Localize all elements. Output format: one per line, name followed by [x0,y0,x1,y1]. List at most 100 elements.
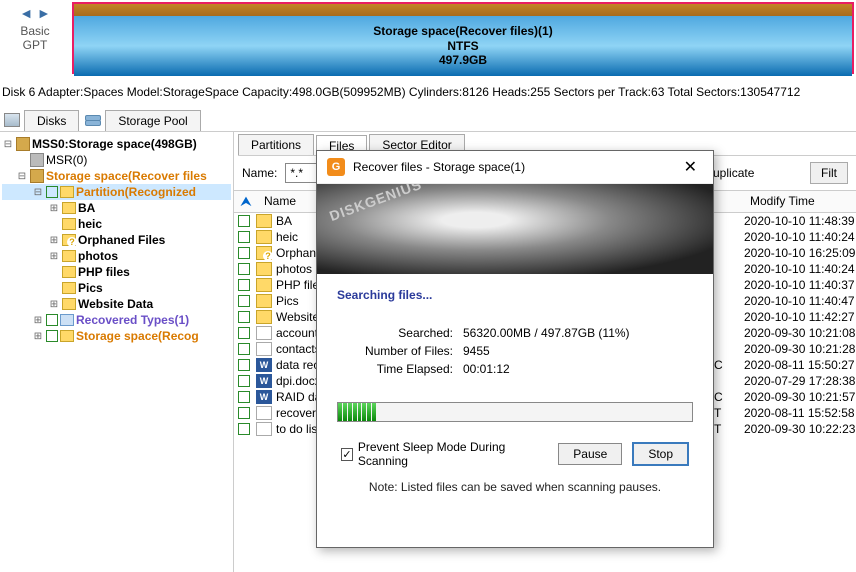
checkbox-icon[interactable] [238,423,250,435]
tab-partitions[interactable]: Partitions [238,134,314,155]
app-icon: G [327,158,345,176]
tree-recovered-types[interactable]: ⊞Recovered Types(1) [2,312,231,328]
disks-icon [4,113,20,127]
folder-icon [62,266,76,278]
document-icon [256,406,272,420]
tree-storage-recognized[interactable]: ⊞Storage space(Recog [2,328,231,344]
file-modify-time: 2020-10-10 11:40:24 [744,262,856,276]
partition-size: 497.9GB [439,53,487,67]
tree-folder-website[interactable]: ⊞Website Data [2,296,231,312]
file-modify-time: 2020-10-10 11:40:24 [744,230,856,244]
pause-button[interactable]: Pause [558,443,622,465]
dialog-note: Note: Listed files can be saved when sca… [337,480,693,494]
checkbox-icon[interactable] [238,375,250,387]
searched-label: Searched: [337,326,453,340]
document-icon [256,342,272,356]
recover-progress-dialog: G Recover files - Storage space(1) ✕ DIS… [316,150,714,548]
file-ext: C [714,358,744,372]
checkbox-icon[interactable] [46,314,58,326]
file-modify-time: 2020-10-10 11:40:37 [744,278,856,292]
up-folder-icon[interactable]: ⮝ [234,194,258,209]
searching-status: Searching files... [337,288,693,302]
checkbox-icon[interactable] [238,279,250,291]
file-modify-time: 2020-10-10 11:40:47 [744,294,856,308]
document-icon [256,326,272,340]
tab-disks[interactable]: Disks [24,110,79,131]
storage-pool-icon [85,113,101,127]
folder-icon [60,186,74,198]
partition-type-label: Basic GPT [0,24,70,53]
partition-title: Storage space(Recover files)(1) [373,24,552,38]
checkbox-icon[interactable] [238,247,250,259]
tree-partition-recognized[interactable]: ⊟Partition(Recognized [2,184,231,200]
folder-icon [256,262,272,276]
checkbox-icon[interactable] [238,295,250,307]
folder-icon [256,214,272,228]
checkbox-icon[interactable] [238,407,250,419]
file-ext: T [714,422,744,436]
checkbox-icon[interactable] [238,359,250,371]
file-modify-time: 2020-09-30 10:21:08 [744,326,856,340]
left-tabs: Disks Storage Pool [0,108,856,132]
checkbox-icon[interactable] [238,343,250,355]
file-modify-time: 2020-09-30 10:22:23 [744,422,856,436]
folder-icon [62,282,76,294]
tree-msr[interactable]: MSR(0) [2,152,231,168]
close-icon[interactable]: ✕ [678,157,703,177]
file-modify-time: 2020-07-29 17:28:38 [744,374,856,388]
progress-bar [337,402,693,422]
folder-icon [62,250,76,262]
tree-folder-pics[interactable]: Pics [2,280,231,296]
checkbox-icon[interactable] [46,330,58,342]
folder-icon [256,310,272,324]
tree-folder-heic[interactable]: heic [2,216,231,232]
document-icon [256,422,272,436]
checkbox-icon[interactable] [46,186,58,198]
checkbox-icon[interactable] [238,391,250,403]
brand-text: DISKGENIUS [327,184,424,224]
folder-icon [62,202,76,214]
column-modify-time[interactable]: Modify Time [744,194,856,209]
checkbox-icon[interactable] [238,231,250,243]
word-doc-icon: W [256,390,272,404]
prevent-sleep-checkbox[interactable]: ✓ Prevent Sleep Mode During Scanning [341,440,538,468]
filter-name-label: Name: [242,166,277,180]
filter-button[interactable]: Filt [810,162,848,184]
filter-name-input[interactable] [285,163,319,183]
partition-map[interactable]: Storage space(Recover files)(1) NTFS 497… [72,2,854,74]
tree-folder-orphaned[interactable]: ⊞Orphaned Files [2,232,231,248]
numfiles-value: 9455 [463,344,490,358]
partition-icon [30,153,44,167]
tree-panel: ⊟MSS0:Storage space(498GB) MSR(0) ⊟Stora… [0,132,234,572]
folder-icon [256,230,272,244]
file-modify-time: 2020-10-10 11:48:39 [744,214,856,228]
file-modify-time: 2020-08-11 15:50:27 [744,358,856,372]
file-modify-time: 2020-09-30 10:21:57 [744,390,856,404]
checkbox-icon[interactable] [238,263,250,275]
tree-folder-photos[interactable]: ⊞photos [2,248,231,264]
checkbox-icon[interactable] [238,215,250,227]
tree-root[interactable]: ⊟MSS0:Storage space(498GB) [2,136,231,152]
folder-icon [62,298,76,310]
file-modify-time: 2020-09-30 10:21:28 [744,342,856,356]
elapsed-label: Time Elapsed: [337,362,453,376]
disk-info-line: Disk 6 Adapter:Spaces Model:StorageSpace… [0,80,856,104]
tree-storage-space[interactable]: ⊟Storage space(Recover files [2,168,231,184]
dialog-title: Recover files - Storage space(1) [353,160,678,174]
searched-value: 56320.00MB / 497.87GB (11%) [463,326,630,340]
folder-unknown-icon [62,234,76,246]
folder-icon [60,330,74,342]
checkbox-icon: ✓ [341,448,353,461]
file-modify-time: 2020-10-10 11:42:27 [744,310,856,324]
drive-icon [30,169,44,183]
nav-arrows-icon[interactable]: ◄ ► [0,5,70,21]
tree-folder-ba[interactable]: ⊞BA [2,200,231,216]
file-modify-time: 2020-08-11 15:52:58 [744,406,856,420]
dialog-banner-image: DISKGENIUS [317,184,713,274]
tree-folder-php[interactable]: PHP files [2,264,231,280]
checkbox-icon[interactable] [238,311,250,323]
tab-storage-pool[interactable]: Storage Pool [105,110,200,131]
file-ext: T [714,406,744,420]
checkbox-icon[interactable] [238,327,250,339]
stop-button[interactable]: Stop [632,442,689,466]
